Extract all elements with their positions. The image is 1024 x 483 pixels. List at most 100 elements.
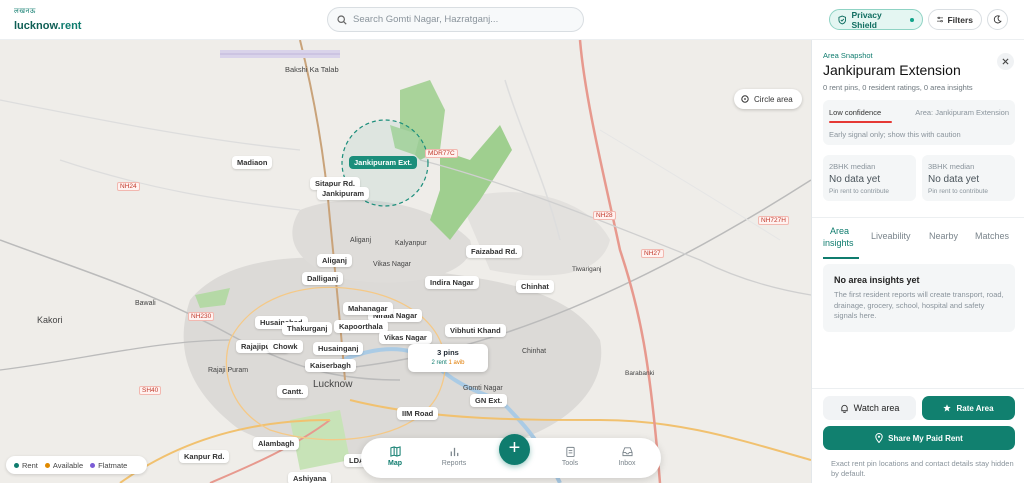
search-input[interactable]: Search Gomti Nagar, Hazratganj... — [327, 7, 584, 32]
pin-count: 3 pins — [437, 348, 459, 357]
brand-name: lucknow — [14, 20, 58, 32]
panel-tabs: Area insights Liveability Nearby Matches — [812, 217, 1024, 259]
panel-title: Jankipuram Extension — [823, 62, 961, 78]
place-name: Kalyanpur — [395, 240, 427, 247]
locality-label[interactable]: IIM Road — [397, 407, 439, 420]
locality-label[interactable]: Chowk — [268, 340, 303, 353]
confidence-card: Low confidence Area: Jankipuram Extensio… — [823, 100, 1015, 145]
locality-label[interactable]: Aliganj — [317, 254, 353, 267]
confidence-area: Area: Jankipuram Extension — [915, 108, 1009, 117]
inbox-icon — [621, 447, 633, 457]
median-card-3bhk: 3BHK median No data yet Pin rent to cont… — [922, 155, 1015, 201]
place-name: Vikas Nagar — [373, 261, 412, 268]
locality-label[interactable]: Vibhuti Khand — [445, 324, 506, 337]
top-bar: लखनऊ lucknow.rent Search Gomti Nagar, Ha… — [0, 0, 1024, 40]
nav-reports[interactable]: Reports — [434, 446, 474, 467]
search-placeholder: Search Gomti Nagar, Hazratganj... — [353, 14, 499, 25]
road-shield: NH230 — [188, 312, 215, 321]
avail-count: 1 avib — [448, 360, 465, 366]
confidence-level: Low confidence — [829, 108, 882, 117]
empty-insights-card: No area insights yet The first resident … — [823, 264, 1015, 332]
locality-label[interactable]: Dalliganj — [302, 272, 344, 285]
privacy-footnote: Exact rent pin locations and contact det… — [831, 459, 1014, 479]
sliders-icon — [937, 16, 944, 23]
map-icon — [389, 446, 401, 457]
confidence-note: Early signal only; show this with cautio… — [829, 130, 961, 139]
road-shield: NH727H — [758, 216, 789, 225]
nav-inbox[interactable]: Inbox — [607, 446, 647, 467]
rate-area-button[interactable]: Rate Area — [922, 396, 1015, 420]
place-name: Aliganj — [350, 237, 372, 244]
locality-label[interactable]: Kanpur Rd. — [179, 450, 230, 463]
map-legend: Rent Available Flatmate — [6, 456, 147, 474]
locality-label[interactable]: Faizabad Rd. — [466, 245, 523, 258]
active-tab-indicator — [823, 257, 859, 259]
locality-label[interactable]: Cantt. — [277, 385, 309, 398]
brand-hindi: लखनऊ — [14, 8, 36, 15]
shield-icon — [838, 15, 847, 24]
confidence-bar — [829, 121, 892, 123]
theme-toggle-button[interactable] — [987, 9, 1008, 30]
area-snapshot-panel: Area Snapshot Jankipuram Extension 0 ren… — [811, 40, 1024, 483]
panel-actions: Watch area Rate Area Share My Paid Rent … — [812, 388, 1024, 483]
locality-label[interactable]: Indira Nagar — [425, 276, 479, 289]
map-canvas[interactable]: Bakshi Ka Talab Kakori Bawali Rajaji Pur… — [0, 40, 811, 483]
place-name: Bawali — [135, 300, 156, 307]
watch-area-button[interactable]: Watch area — [823, 396, 916, 420]
legend-rent: Rent — [14, 461, 38, 470]
brand-tld: .rent — [57, 20, 82, 32]
locality-label[interactable]: Jankipuram — [317, 187, 370, 200]
locality-label[interactable]: Madiaon — [232, 156, 273, 169]
circle-icon — [741, 95, 749, 103]
privacy-shield-toggle[interactable]: Privacy Shield — [829, 9, 923, 30]
status-dot — [910, 17, 914, 22]
locality-label[interactable]: Thakurganj — [282, 322, 333, 335]
circle-area-label: Circle area — [754, 94, 793, 104]
place-name: Kakori — [37, 315, 63, 325]
locality-label[interactable]: Husainganj — [313, 342, 364, 355]
close-button[interactable] — [997, 53, 1014, 70]
locality-label[interactable]: Ashiyana — [288, 472, 332, 483]
circle-area-button[interactable]: Circle area — [734, 89, 802, 109]
star-icon — [943, 404, 952, 412]
road-shield: NH27 — [641, 249, 664, 258]
location-pin-icon — [875, 433, 883, 443]
moon-icon — [993, 15, 1002, 24]
privacy-label: Privacy Shield — [851, 9, 882, 30]
place-name: Gomti Nagar — [463, 385, 503, 392]
tab-matches[interactable]: Matches — [975, 231, 1009, 241]
locality-label[interactable]: GN Ext. — [470, 394, 508, 407]
locality-label[interactable]: Chinhat — [516, 280, 554, 293]
road-shield: MDR77C — [425, 149, 458, 158]
locality-label[interactable]: Vikas Nagar — [379, 331, 432, 344]
brand-logo[interactable]: लखनऊ lucknow.rent — [14, 8, 81, 33]
bell-icon — [841, 404, 848, 413]
bottom-nav: Map Reports + Tools Inbox — [361, 434, 661, 478]
clipboard-icon — [565, 446, 575, 457]
place-name: Lucknow — [313, 379, 353, 390]
locality-label[interactable]: Mahanagar — [343, 302, 393, 315]
nav-tools[interactable]: Tools — [550, 446, 590, 467]
road-shield: NH24 — [117, 182, 140, 191]
selected-area-label[interactable]: Jankipuram Ext. — [349, 156, 417, 169]
tab-liveability[interactable]: Liveability — [871, 231, 911, 241]
filters-button[interactable]: Filters — [928, 9, 982, 30]
pin-cluster[interactable]: 3 pins 2 rent 1 avib — [408, 344, 488, 372]
chart-icon — [450, 447, 458, 457]
tab-nearby[interactable]: Nearby — [929, 231, 958, 241]
rent-count: 2 rent — [431, 360, 447, 366]
empty-body: The first resident reports will create t… — [834, 290, 1004, 320]
road-shield: NH28 — [593, 211, 616, 220]
place-name: Rajaji Puram — [208, 367, 249, 374]
median-card-2bhk: 2BHK median No data yet Pin rent to cont… — [823, 155, 916, 201]
add-button[interactable]: + — [499, 434, 530, 465]
nav-map[interactable]: Map — [375, 446, 415, 467]
legend-flatmate: Flatmate — [90, 461, 127, 470]
tab-area-insights[interactable]: Area insights — [823, 225, 854, 249]
legend-available: Available — [44, 461, 83, 470]
share-paid-rent-button[interactable]: Share My Paid Rent — [823, 426, 1015, 450]
locality-label[interactable]: Kaiserbagh — [305, 359, 356, 372]
place-name: Tiwariganj — [572, 266, 602, 273]
road-shield: SH40 — [139, 386, 162, 395]
locality-label[interactable]: Alambagh — [253, 437, 300, 450]
